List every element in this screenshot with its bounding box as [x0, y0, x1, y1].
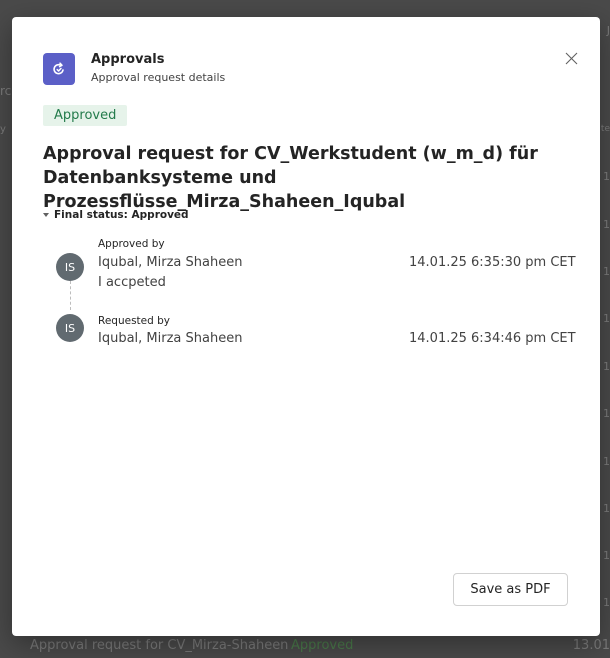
- timeline-connector: [70, 281, 71, 310]
- row-title: Approval request for CV_Mirza-Shaheen: [30, 638, 289, 653]
- background-fragment: 1: [603, 455, 610, 468]
- background-fragment: te: [600, 124, 610, 134]
- avatar: IS: [56, 253, 84, 281]
- approvals-icon: [43, 53, 75, 85]
- final-status-label: Final status: Approved: [54, 209, 189, 221]
- approval-details-dialog: Approvals Approval request details Appro…: [12, 17, 600, 636]
- final-status-toggle[interactable]: Final status: Approved: [43, 209, 189, 221]
- status-badge: Approved: [43, 105, 128, 126]
- close-icon: [565, 52, 577, 64]
- app-name: Approvals: [91, 52, 165, 67]
- request-title: Approval request for CV_Werkstudent (w_m…: [43, 144, 538, 212]
- timeline-label: Requested by: [98, 315, 170, 327]
- background-fragment: y: [0, 124, 6, 135]
- timeline-timestamp: 14.01.25 6:35:30 pm CET: [409, 255, 576, 270]
- background-fragment: 1: [603, 170, 610, 183]
- row-status: Approved: [291, 638, 354, 653]
- save-as-pdf-button[interactable]: Save as PDF: [453, 573, 568, 606]
- timeline-label: Approved by: [98, 238, 165, 250]
- background-fragment: 1: [603, 407, 610, 420]
- background-table-row[interactable]: Approval request for CV_Mirza-Shaheen Ap…: [0, 634, 610, 658]
- avatar: IS: [56, 314, 84, 342]
- background-fragment: 1: [603, 360, 610, 373]
- background-right-fragments: J te 1 1 1 1 1 1 1 1 1 1: [600, 0, 610, 658]
- background-fragment: 1: [603, 312, 610, 325]
- close-button[interactable]: [560, 47, 582, 69]
- app-subtitle: Approval request details: [91, 71, 226, 84]
- background-fragment: 1: [603, 502, 610, 515]
- background-fragment: 1: [603, 549, 610, 562]
- background-fragment: 1: [603, 596, 610, 609]
- caret-down-icon: [43, 213, 49, 217]
- background-fragment: rc: [0, 84, 12, 98]
- background-fragment: 1: [603, 218, 610, 231]
- approver-name: Iqubal, Mirza Shaheen: [98, 255, 243, 270]
- row-date: 13.01: [572, 638, 610, 653]
- requester-name: Iqubal, Mirza Shaheen: [98, 331, 243, 346]
- approval-comment: I accpeted: [98, 275, 166, 290]
- timeline-timestamp: 14.01.25 6:34:46 pm CET: [409, 331, 576, 346]
- background-fragment: 1: [603, 265, 610, 278]
